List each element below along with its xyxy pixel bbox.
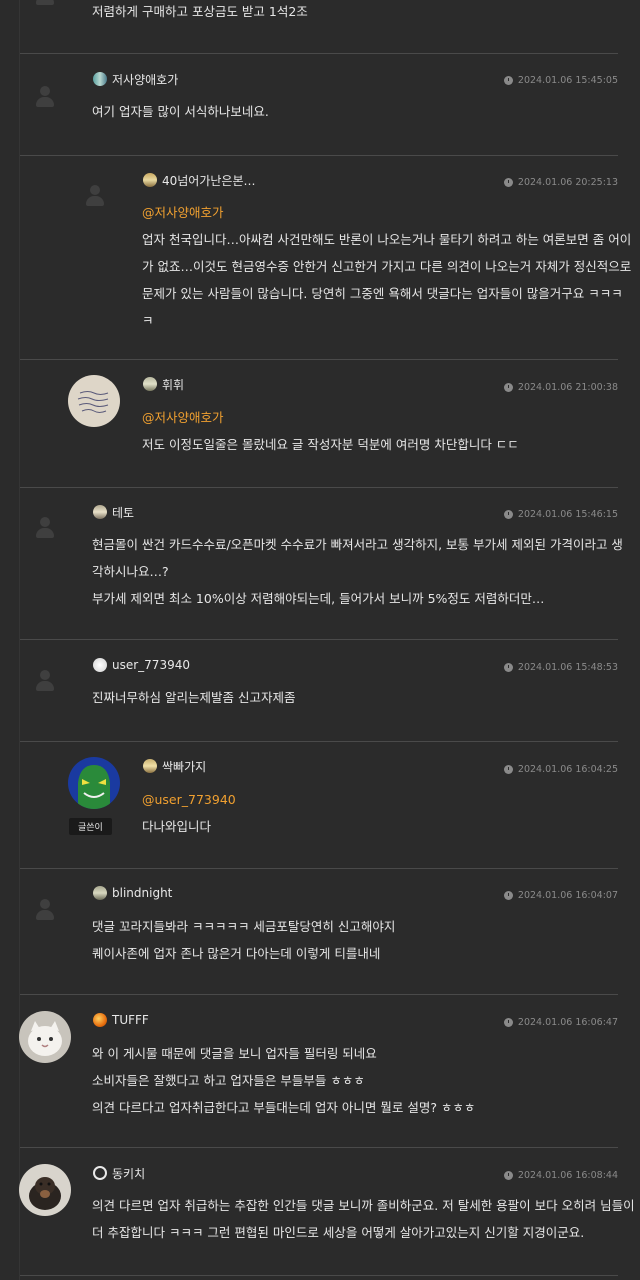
avatar[interactable] xyxy=(19,1011,71,1063)
clock-icon xyxy=(503,178,513,187)
clock-icon xyxy=(503,663,513,672)
avatar[interactable] xyxy=(68,375,120,427)
comment-header: blindnight xyxy=(93,884,172,902)
comment-header: user_773940 xyxy=(93,656,190,674)
clock-icon xyxy=(503,76,513,85)
divider xyxy=(20,1275,618,1276)
comment-header: 저사양애호가 xyxy=(93,70,178,88)
comment-text: 현금몰이 싼건 카드수수료/오픈마켓 수수료가 빠져서라고 생각하지, 보통 부… xyxy=(92,537,623,606)
divider xyxy=(20,639,618,640)
divider xyxy=(20,868,618,869)
nickname[interactable]: 동키치 xyxy=(112,1165,145,1182)
comment-header: 싹빠가지 xyxy=(143,757,206,775)
level-icon xyxy=(143,377,157,391)
divider xyxy=(20,994,618,995)
comment-text: 저렴하게 구매하고 포상금도 받고 1석2조 xyxy=(92,4,308,19)
comment-text: 댓글 꼬라지들봐라 ㅋㅋㅋㅋㅋ 세금포탈당연히 신고해야지 퀘이사존에 업자 존… xyxy=(92,919,396,961)
comment-date: 2024.01.06 15:45:05 xyxy=(503,75,618,86)
level-icon xyxy=(93,1166,107,1180)
avatar[interactable] xyxy=(19,503,71,555)
comment-date: 2024.01.06 16:06:47 xyxy=(503,1017,618,1028)
mention[interactable]: @저사양애호가 xyxy=(142,404,519,431)
comment-text: @user_773940 다나와입니다 xyxy=(142,786,236,840)
comment-text: 여기 업자들 많이 서식하나보네요. xyxy=(92,104,269,119)
mention[interactable]: @저사양애호가 xyxy=(142,199,631,226)
avatar[interactable] xyxy=(19,72,71,124)
clock-icon xyxy=(503,510,513,519)
nickname[interactable]: 저사양애호가 xyxy=(112,71,178,88)
divider xyxy=(20,359,618,360)
comment-header: 40넘어가난은본… xyxy=(143,171,256,189)
comment-date: 2024.01.06 21:00:38 xyxy=(503,382,618,393)
comment-text: @저사양애호가 업자 천국입니다…아싸컴 사건만해도 반론이 나오는거나 물타기… xyxy=(142,199,631,334)
nickname[interactable]: blindnight xyxy=(112,886,172,900)
comment-date: 2024.01.06 15:46:15 xyxy=(503,509,618,520)
divider xyxy=(20,53,618,54)
level-icon xyxy=(143,759,157,773)
level-icon xyxy=(93,72,107,86)
comment-header: 테토 xyxy=(93,503,134,521)
comment-text: 와 이 게시물 때문에 댓글을 보니 업자들 필터링 되네요 소비자들은 잘했다… xyxy=(92,1046,476,1115)
comment-text: @저사양애호가 저도 이정도일줄은 몰랐네요 글 작성자분 덕분에 여러명 차단… xyxy=(142,404,519,458)
comment-date: 2024.01.06 16:04:07 xyxy=(503,890,618,901)
thread-line xyxy=(19,0,20,1280)
level-icon xyxy=(93,658,107,672)
avatar[interactable] xyxy=(68,757,120,809)
comment-header: TUFFF xyxy=(93,1011,149,1029)
clock-icon xyxy=(503,383,513,392)
author-badge: 글쓴이 xyxy=(69,818,112,835)
avatar[interactable] xyxy=(19,656,71,708)
avatar[interactable] xyxy=(19,0,71,22)
clock-icon xyxy=(503,891,513,900)
nickname[interactable]: 휘휘 xyxy=(162,376,184,393)
nickname[interactable]: 테토 xyxy=(112,504,134,521)
comment-date: 2024.01.06 16:08:44 xyxy=(503,1170,618,1181)
clock-icon xyxy=(503,1018,513,1027)
divider xyxy=(20,155,618,156)
avatar[interactable] xyxy=(69,171,121,223)
nickname[interactable]: 싹빠가지 xyxy=(162,758,206,775)
divider xyxy=(20,741,618,742)
nickname[interactable]: 40넘어가난은본… xyxy=(162,172,256,189)
comment-text: 진짜너무하심 알리는제발좀 신고자제좀 xyxy=(92,690,296,705)
avatar[interactable] xyxy=(19,1164,71,1216)
mention[interactable]: @user_773940 xyxy=(142,786,236,813)
clock-icon xyxy=(503,1171,513,1180)
clock-icon xyxy=(503,765,513,774)
nickname[interactable]: TUFFF xyxy=(112,1013,149,1027)
level-icon xyxy=(93,1013,107,1027)
divider xyxy=(20,487,618,488)
nickname[interactable]: user_773940 xyxy=(112,658,190,672)
comment-date: 2024.01.06 16:04:25 xyxy=(503,764,618,775)
level-icon xyxy=(93,505,107,519)
comment-date: 2024.01.06 15:48:53 xyxy=(503,662,618,673)
comment-header: 동키치 xyxy=(93,1164,145,1182)
comment-date: 2024.01.06 20:25:13 xyxy=(503,177,618,188)
level-icon xyxy=(93,886,107,900)
avatar[interactable] xyxy=(19,885,71,937)
comment-text: 의견 다르면 업자 취급하는 추잡한 인간들 댓글 보니까 졸비하군요. 저 탈… xyxy=(92,1198,635,1240)
level-icon xyxy=(143,173,157,187)
comment-header: 휘휘 xyxy=(143,375,184,393)
divider xyxy=(20,1147,618,1148)
